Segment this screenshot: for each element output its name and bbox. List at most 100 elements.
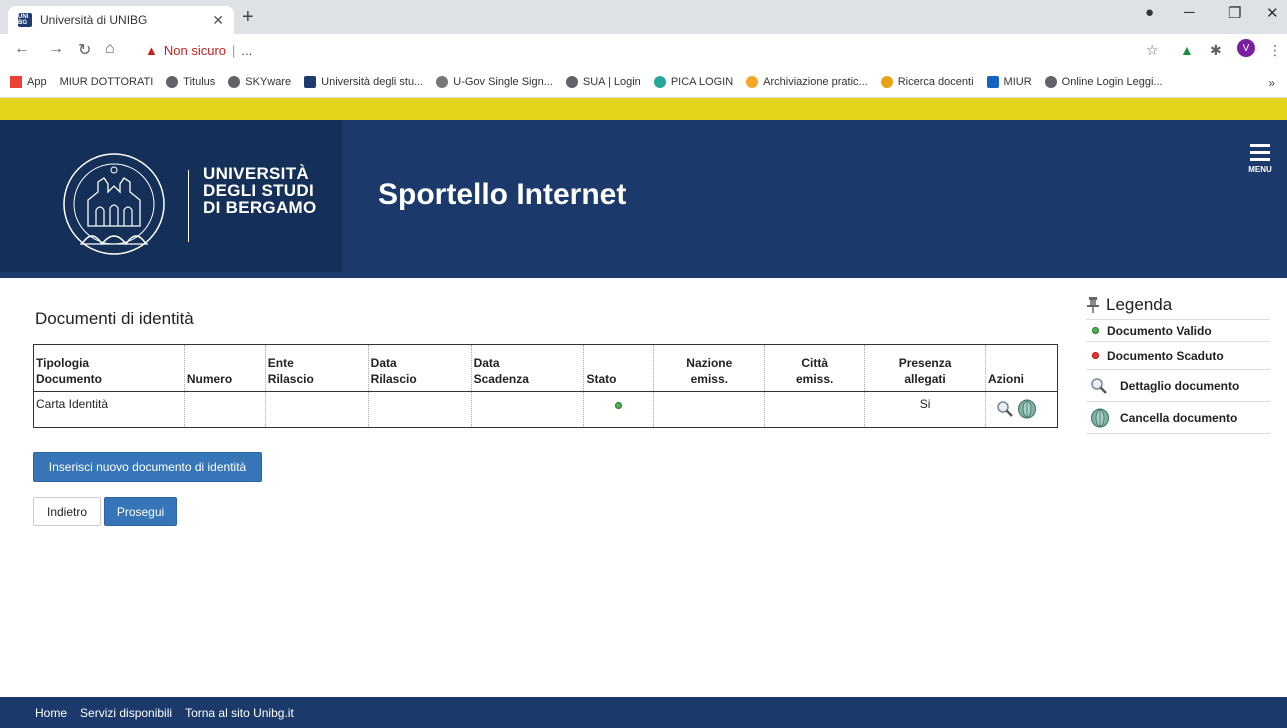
cell-nazione-emiss [653, 391, 766, 428]
cell-data-scadenza [471, 391, 585, 428]
ugov-icon [436, 75, 449, 88]
profile-avatar[interactable]: V [1237, 39, 1255, 57]
address-bar[interactable]: ▲ Non sicuro | ... [145, 39, 1155, 61]
tab-title: Università di UNIBG [40, 13, 148, 27]
browser-menu-icon[interactable]: ⋮ [1268, 42, 1282, 59]
home-icon[interactable]: ⌂ [105, 40, 115, 58]
back-button[interactable]: Indietro [33, 497, 101, 526]
warning-icon: ▲ [145, 42, 158, 58]
footer-link-home[interactable]: Home [35, 706, 67, 720]
table-row: Carta Identità Si [33, 391, 1058, 428]
globe-icon [565, 75, 578, 88]
bookmark-miur[interactable]: MIUR [986, 75, 1032, 88]
site-header: UNIVERSITÀ DEGLI STUDI DI BERGAMO Sporte… [0, 120, 1287, 278]
bookmark-label: Online Login Leggi... [1061, 75, 1163, 88]
legend-item-expired: Documento Scaduto [1086, 342, 1270, 370]
bookmark-archiviazione[interactable]: Archiviazione pratic... [746, 75, 868, 88]
expired-status-icon [1092, 352, 1099, 359]
col-header-tipologia: Tipologia Documento [33, 344, 185, 392]
bookmark-star-icon[interactable]: ☆ [1146, 42, 1159, 59]
bookmark-ugov[interactable]: U-Gov Single Sign... [436, 75, 553, 88]
university-name-line: DEGLI STUDI [203, 181, 314, 200]
hamburger-icon [1250, 151, 1270, 154]
back-arrow-icon[interactable]: ← [14, 40, 30, 58]
bookmark-label: Università degli stu... [321, 75, 424, 88]
bookmark-unibg[interactable]: Università degli stu... [304, 75, 424, 88]
footer-link-unibg[interactable]: Torna al sito Unibg.it [185, 706, 294, 720]
col-header-presenza-allegati: Presenza allegati [864, 344, 986, 392]
legend-item-delete: Cancella documento [1086, 402, 1270, 434]
bookmark-skyware[interactable]: SKYware [228, 75, 292, 88]
address-separator: | [232, 42, 236, 58]
identity-documents-table: Tipologia Documento Numero Ente Rilascio D… [33, 344, 1058, 428]
browser-toolbar: ← → ↻ ⌂ ▲ Non sicuro | ... ☆ ▲ ✱ ⋮ [0, 34, 1287, 66]
university-name-line: UNIVERSITÀ [203, 164, 309, 183]
cell-numero [184, 391, 266, 428]
legend-item-valid: Documento Valido [1086, 320, 1270, 342]
browser-tab[interactable]: UNI BG Università di UNIBG ✕ [8, 6, 234, 34]
col-header-data-rilascio: Data Rilascio [368, 344, 472, 392]
browser-tabstrip: UNI BG Università di UNIBG ✕ + ● ─ ❐ ✕ [0, 0, 1287, 34]
bookmark-label: SKYware [245, 75, 292, 88]
bookmark-label: App [27, 75, 47, 88]
forward-arrow-icon[interactable]: → [48, 40, 64, 58]
extensions-puzzle-icon[interactable]: ✱ [1210, 42, 1222, 59]
bookmark-apps[interactable]: App [10, 75, 47, 88]
profile-indicator-icon[interactable]: ● [1145, 4, 1154, 21]
close-window-icon[interactable]: ✕ [1266, 4, 1279, 22]
new-tab-button[interactable]: + [242, 6, 254, 29]
university-seal-logo[interactable] [58, 148, 170, 260]
bookmark-miur-dottorati[interactable]: MIUR DOTTORATI [60, 76, 154, 88]
reload-icon[interactable]: ↻ [78, 40, 91, 60]
globe-icon [228, 75, 241, 88]
university-name-line: DI BERGAMO [203, 198, 317, 217]
menu-button[interactable]: MENU [1244, 144, 1276, 174]
page-title: Documenti di identità [35, 309, 194, 328]
bookmark-online-login[interactable]: Online Login Leggi... [1044, 75, 1163, 88]
insert-identity-document-button[interactable]: Inserisci nuovo documento di identità [33, 452, 262, 482]
address-url[interactable]: ... [241, 43, 252, 58]
hamburger-icon [1250, 158, 1270, 161]
bookmark-ricerca-docenti[interactable]: Ricerca docenti [880, 75, 974, 88]
trash-bin-icon[interactable] [1017, 399, 1037, 419]
legend-panel: Legenda Documento Valido Documento Scadu… [1086, 290, 1270, 434]
bookmark-pica-login[interactable]: PICA LOGIN [653, 75, 733, 88]
minimize-icon[interactable]: ─ [1184, 4, 1195, 21]
bookmark-label: U-Gov Single Sign... [453, 75, 553, 88]
bookmark-label: SUA | Login [582, 75, 641, 88]
next-button[interactable]: Prosegui [104, 497, 177, 526]
bookmarks-overflow-icon[interactable]: » [1268, 76, 1275, 90]
footer-link-servizi[interactable]: Servizi disponibili [80, 706, 172, 720]
pica-icon [653, 75, 666, 88]
magnifier-icon[interactable] [996, 400, 1014, 418]
tab-close-icon[interactable]: ✕ [212, 12, 224, 29]
cell-citta-emiss [764, 391, 866, 428]
cell-presenza-allegati: Si [864, 391, 986, 428]
bookmark-titulus[interactable]: Titulus [166, 75, 216, 88]
cell-azioni [985, 391, 1058, 428]
col-header-azioni: Azioni [985, 344, 1058, 392]
valid-status-icon [615, 402, 623, 409]
menu-label: MENU [1248, 165, 1272, 174]
table-header-row: Tipologia Documento Numero Ente Rilascio D… [33, 344, 1058, 392]
security-status[interactable]: Non sicuro [164, 43, 226, 58]
restore-icon[interactable]: ❐ [1228, 4, 1241, 22]
cell-data-rilascio [368, 391, 472, 428]
col-header-data-scadenza: Data Scadenza [471, 344, 585, 392]
col-header-citta-emiss: Città emiss. [764, 344, 866, 392]
drive-extension-icon[interactable]: ▲ [1180, 42, 1194, 58]
legend-title: Legenda [1086, 290, 1270, 320]
legend-item-label: Dettaglio documento [1120, 378, 1240, 393]
cell-tipologia: Carta Identità [33, 391, 185, 428]
bookmark-label: MIUR [1003, 75, 1032, 88]
university-name[interactable]: UNIVERSITÀ DEGLI STUDI DI BERGAMO [203, 165, 317, 216]
col-header-numero: Numero [184, 344, 266, 392]
bookmark-label: Titulus [183, 75, 216, 88]
legend-title-text: Legenda [1106, 294, 1173, 314]
legend-item-label: Documento Valido [1107, 323, 1212, 338]
legend-item-label: Documento Scaduto [1107, 348, 1224, 363]
bookmark-sua-login[interactable]: SUA | Login [565, 75, 641, 88]
unibg-favicon-icon [304, 75, 317, 88]
col-header-nazione-emiss: Nazione emiss. [653, 344, 766, 392]
portal-title: Sportello Internet [378, 178, 627, 211]
